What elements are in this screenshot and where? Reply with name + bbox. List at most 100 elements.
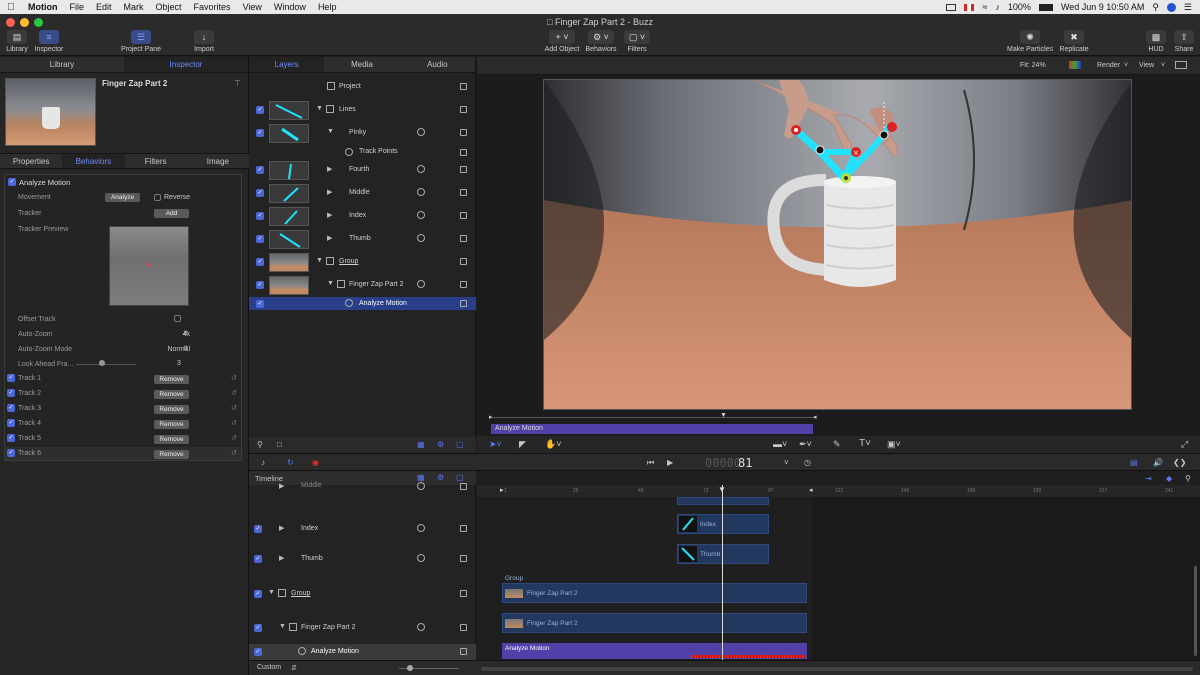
play-icon[interactable]: ▶: [667, 458, 673, 467]
share-button[interactable]: ⇧ Share: [1172, 30, 1196, 53]
lock-icon[interactable]: [460, 590, 467, 597]
clip-middle-partial[interactable]: [677, 497, 769, 505]
auto-zoom-stepper-icon[interactable]: ⇵: [183, 330, 188, 337]
lock-icon[interactable]: [460, 166, 467, 173]
group-checkbox[interactable]: ✓: [256, 258, 264, 266]
audio-toggle-icon[interactable]: 🔊: [1153, 458, 1163, 467]
filters-button[interactable]: ▢ ˅ Filters: [622, 30, 652, 53]
behaviors-button[interactable]: ⚙ ˅ Behaviors: [584, 30, 618, 53]
track-5-remove-button[interactable]: Remove: [154, 435, 189, 444]
out-marker-icon[interactable]: ◂: [813, 413, 817, 421]
timeline-toggle-icon[interactable]: ▤: [1130, 458, 1138, 467]
look-ahead-slider[interactable]: [76, 364, 136, 365]
hud-button[interactable]: ▩ HUD: [1144, 30, 1168, 53]
menu-file[interactable]: File: [64, 2, 91, 12]
select-tool-icon[interactable]: ➤˅: [489, 439, 502, 450]
loop-icon[interactable]: ↻: [287, 458, 294, 467]
library-button[interactable]: ▤ Library: [4, 30, 30, 53]
thumb-checkbox[interactable]: ✓: [256, 235, 264, 243]
clip-analyze-motion[interactable]: Analyze Motion: [502, 643, 807, 659]
tab-filters[interactable]: Filters: [125, 154, 187, 168]
track-1-remove-button[interactable]: Remove: [154, 375, 189, 384]
menu-favorites[interactable]: Favorites: [188, 2, 237, 12]
hand-tool-icon[interactable]: ✋˅: [545, 439, 561, 450]
paint-tool-icon[interactable]: ✎: [833, 439, 841, 450]
pin-icon[interactable]: ⊤: [234, 79, 241, 88]
tl-row-finger-zap[interactable]: ✓ ▼ Finger Zap Part 2: [249, 617, 476, 640]
inspector-button[interactable]: ≡ Inspector: [32, 30, 66, 53]
layer-row-thumb[interactable]: ✓ ▶ Thumb: [249, 228, 476, 251]
display-icon[interactable]: [946, 3, 957, 11]
mini-analyze-bar[interactable]: Analyze Motion: [491, 424, 813, 434]
in-marker-icon[interactable]: ▸: [489, 413, 493, 421]
analyze-motion-checkbox[interactable]: ✓: [8, 178, 16, 186]
lock-icon[interactable]: [460, 129, 467, 136]
timeline-ruler[interactable]: 1 25 49 73 97 121 145 169 193 217 241 ◂ …: [477, 485, 1200, 497]
disclosure-open-icon[interactable]: ▼: [327, 128, 334, 135]
fourth-checkbox[interactable]: ✓: [256, 166, 264, 174]
gear-icon[interactable]: [417, 188, 425, 196]
clock-icon[interactable]: ◷: [804, 458, 811, 467]
timeline-zoom-knob[interactable]: [407, 665, 413, 671]
track-4-remove-button[interactable]: Remove: [154, 420, 189, 429]
lines-checkbox[interactable]: ✓: [256, 106, 264, 114]
layer-row-lines[interactable]: ✓ ▼ Lines: [249, 99, 476, 122]
tab-layers[interactable]: Layers: [249, 57, 325, 72]
gear-icon[interactable]: [417, 482, 425, 490]
lock-icon[interactable]: [460, 258, 467, 265]
playhead-handle-icon[interactable]: ▼: [718, 485, 726, 494]
lock-icon[interactable]: [460, 525, 467, 532]
track-2-reset-icon[interactable]: ↺: [231, 389, 237, 397]
tab-media[interactable]: Media: [324, 57, 399, 72]
pan-tool-icon[interactable]: ◤: [519, 439, 526, 450]
tl-row-group[interactable]: ✓ ▼ Group: [249, 583, 476, 606]
fit-zoom-menu[interactable]: Fit: 24%: [1020, 62, 1046, 69]
go-to-start-icon[interactable]: ⏮: [647, 458, 654, 468]
layer-row-group[interactable]: ✓ ▼ Group: [249, 251, 476, 274]
tab-inspector[interactable]: Inspector: [124, 57, 248, 72]
layer-row-project[interactable]: Project: [249, 76, 476, 99]
lock-icon[interactable]: [460, 281, 467, 288]
layer-row-analyze-motion[interactable]: ✓ Analyze Motion: [249, 297, 476, 310]
layer-row-finger-zap[interactable]: ✓ ▼ Finger Zap Part 2: [249, 274, 476, 297]
track-3-checkbox[interactable]: ✓: [7, 404, 15, 412]
tl-row-index[interactable]: ✓ ▶ Index: [249, 518, 476, 541]
disclosure-closed-icon[interactable]: ▶: [279, 482, 284, 490]
tl-finger-zap-checkbox[interactable]: ✓: [254, 624, 262, 632]
audio-scrub-icon[interactable]: ♪: [261, 458, 265, 467]
tab-image[interactable]: Image: [187, 154, 249, 168]
import-button[interactable]: ↓ Import: [190, 30, 218, 53]
lock-icon[interactable]: [460, 300, 467, 307]
keyframe-toggle-icon[interactable]: ❮❯: [1173, 458, 1186, 467]
playhead-line[interactable]: [722, 485, 723, 660]
lock-icon[interactable]: [460, 106, 467, 113]
battery-icon[interactable]: [1038, 3, 1053, 11]
wifi-icon[interactable]: ≈: [982, 2, 987, 12]
disclosure-closed-icon[interactable]: ▶: [279, 524, 284, 532]
replicate-button[interactable]: ✖ Replicate: [1056, 30, 1092, 53]
tl-row-thumb[interactable]: ✓ ▶ Thumb: [249, 548, 476, 571]
tl-analyze-checkbox[interactable]: ✓: [254, 648, 262, 656]
disclosure-closed-icon[interactable]: ▶: [327, 211, 332, 219]
make-particles-button[interactable]: ✺ Make Particles: [1004, 30, 1056, 53]
datetime[interactable]: Wed Jun 9 10:50 AM: [1061, 2, 1144, 12]
disclosure-open-icon[interactable]: ▼: [268, 589, 275, 596]
user-icon[interactable]: [1166, 2, 1176, 12]
volume-icon[interactable]: ♪: [995, 2, 1000, 12]
tl-index-checkbox[interactable]: ✓: [254, 525, 262, 533]
gear-icon[interactable]: [417, 128, 425, 136]
lock-icon[interactable]: [460, 83, 467, 90]
gear-icon[interactable]: [417, 211, 425, 219]
behavior-filter-icon[interactable]: ⚙: [437, 440, 444, 449]
menu-app-name[interactable]: Motion: [22, 2, 64, 12]
lock-icon[interactable]: [460, 149, 467, 156]
mask-tool-icon[interactable]: ▣˅: [887, 439, 901, 450]
track-4-reset-icon[interactable]: ↺: [231, 419, 237, 427]
render-menu[interactable]: Render: [1097, 62, 1120, 69]
vertical-scrollbar[interactable]: [1194, 566, 1197, 656]
playhead-icon[interactable]: ▼: [720, 412, 727, 419]
look-ahead-value[interactable]: 3: [177, 360, 181, 367]
track-5-checkbox[interactable]: ✓: [7, 434, 15, 442]
clip-finger-zap[interactable]: Finger Zap Part 2: [502, 613, 807, 633]
tab-audio[interactable]: Audio: [400, 57, 475, 72]
